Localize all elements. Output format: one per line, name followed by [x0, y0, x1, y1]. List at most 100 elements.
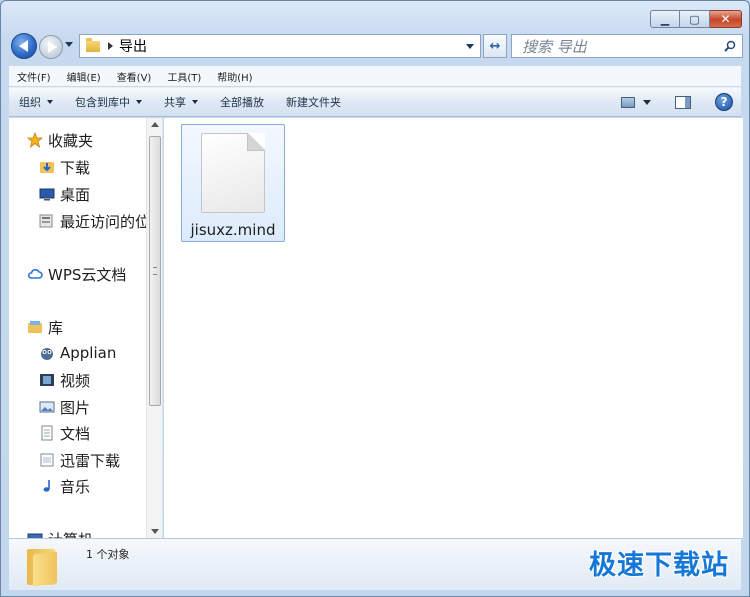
- organize-label: 组织: [19, 96, 41, 109]
- nav-item-label: 桌面: [60, 185, 91, 204]
- navigation-pane: 收藏夹 下载 桌面 最近访问的位 WPS云文档 库 Applian 视频 图片 …: [9, 118, 163, 538]
- explorer-window: ▁ ▢ ✕ 导出 ↔ 搜索 导出 文件(F) 编辑(E) 查看(V) 工具(T)…: [0, 0, 750, 597]
- back-arrow-icon: [18, 40, 28, 52]
- minimize-button[interactable]: ▁: [650, 10, 680, 28]
- minimize-icon: ▁: [660, 12, 670, 26]
- watermark-logo: 极速下载站: [589, 550, 729, 581]
- navigation-scrollbar[interactable]: [146, 118, 162, 538]
- recent-places-icon: [39, 213, 55, 229]
- cloud-icon: [27, 266, 43, 282]
- nav-item-label: 最近访问的位: [60, 212, 151, 231]
- command-bar: 组织 包含到库中 共享 全部播放 新建文件夹 ?: [9, 87, 741, 117]
- nav-item-downloads[interactable]: 下载: [39, 156, 90, 178]
- folder-front: [33, 551, 57, 587]
- nav-item-label: 音乐: [60, 477, 91, 496]
- nav-item-label: 库: [48, 318, 64, 337]
- new-folder-button[interactable]: 新建文件夹: [286, 94, 341, 110]
- nav-item-desktop[interactable]: 桌面: [39, 183, 90, 205]
- nav-item-recent-places[interactable]: 最近访问的位: [39, 210, 150, 232]
- include-in-library-button[interactable]: 包含到库中: [75, 94, 142, 110]
- search-placeholder: 搜索 导出: [522, 37, 587, 56]
- page-fold-icon: [247, 133, 265, 151]
- play-all-button[interactable]: 全部播放: [220, 94, 264, 110]
- download-folder-icon: [39, 159, 55, 175]
- nav-item-documents[interactable]: 文档: [39, 422, 90, 444]
- address-history-dropdown[interactable]: [466, 44, 474, 49]
- file-name: jisuxz.mind: [190, 221, 276, 239]
- change-view-icon[interactable]: [621, 96, 635, 108]
- document-icon: [39, 425, 55, 441]
- nav-item-computer[interactable]: 计算机: [27, 528, 93, 538]
- file-item[interactable]: jisuxz.mind: [181, 124, 285, 242]
- nav-item-libraries[interactable]: 库: [27, 316, 63, 338]
- owl-icon: [39, 345, 55, 361]
- nav-item-label: 图片: [60, 398, 91, 417]
- computer-icon: [27, 531, 43, 538]
- menu-edit[interactable]: 编辑(E): [67, 69, 101, 84]
- nav-item-favorites[interactable]: 收藏夹: [27, 129, 93, 151]
- menu-bar: 文件(F) 编辑(E) 查看(V) 工具(T) 帮助(H): [9, 65, 741, 86]
- nav-item-label: Applian: [60, 344, 117, 362]
- nav-item-thunder-downloads[interactable]: 迅雷下载: [39, 449, 120, 471]
- library-icon: [27, 319, 43, 335]
- menu-file[interactable]: 文件(F): [17, 69, 51, 84]
- grip-icon: [153, 267, 157, 275]
- video-icon: [39, 372, 55, 388]
- menu-view[interactable]: 查看(V): [117, 69, 152, 84]
- preview-pane-icon[interactable]: [675, 95, 691, 109]
- forward-arrow-icon: [47, 41, 57, 53]
- nav-item-label: 收藏夹: [48, 131, 94, 150]
- thunder-download-icon: [39, 452, 55, 468]
- nav-item-label: 计算机: [48, 529, 93, 539]
- refresh-icon: ↔: [489, 38, 501, 54]
- back-button[interactable]: [11, 33, 37, 59]
- search-icon[interactable]: [724, 40, 736, 52]
- recent-pages-dropdown[interactable]: [65, 42, 73, 47]
- close-button[interactable]: ✕: [710, 10, 742, 28]
- chevron-down-icon: [47, 100, 53, 104]
- address-bar[interactable]: 导出: [79, 34, 481, 58]
- menu-tools[interactable]: 工具(T): [167, 69, 201, 84]
- file-list-area[interactable]: jisuxz.mind: [164, 118, 743, 538]
- nav-item-wps-cloud[interactable]: WPS云文档: [27, 263, 126, 285]
- folder-icon: [86, 37, 100, 52]
- nav-item-label: 下载: [60, 158, 91, 177]
- scroll-down-icon[interactable]: [151, 529, 159, 534]
- scrollbar-thumb[interactable]: [149, 136, 161, 406]
- share-label: 共享: [164, 96, 186, 109]
- help-icon[interactable]: ?: [715, 93, 733, 111]
- forward-button[interactable]: [39, 35, 63, 59]
- nav-item-applian[interactable]: Applian: [39, 342, 116, 364]
- chevron-down-icon: [136, 100, 142, 104]
- folder-large-icon: [27, 545, 61, 587]
- nav-item-pictures[interactable]: 图片: [39, 396, 90, 418]
- maximize-icon: ▢: [689, 12, 700, 26]
- breadcrumb-current-folder[interactable]: 导出: [119, 36, 147, 56]
- search-input[interactable]: 搜索 导出: [511, 34, 743, 58]
- chevron-down-icon: [192, 100, 198, 104]
- view-options-dropdown[interactable]: [643, 99, 651, 105]
- navigation-row: 导出 ↔ 搜索 导出: [9, 33, 743, 59]
- organize-button[interactable]: 组织: [19, 94, 53, 110]
- desktop-icon: [39, 186, 55, 202]
- nav-item-music[interactable]: 音乐: [39, 475, 90, 497]
- refresh-button[interactable]: ↔: [483, 34, 507, 58]
- include-in-library-label: 包含到库中: [75, 96, 130, 109]
- generic-file-icon: [201, 133, 265, 213]
- command-bar-right: ?: [621, 93, 733, 111]
- share-button[interactable]: 共享: [164, 94, 198, 110]
- scroll-up-icon[interactable]: [151, 122, 159, 127]
- nav-item-label: WPS云文档: [48, 265, 127, 284]
- nav-item-label: 视频: [60, 371, 91, 390]
- star-icon: [27, 132, 43, 148]
- picture-icon: [39, 399, 55, 415]
- menu-help[interactable]: 帮助(H): [217, 69, 252, 84]
- nav-item-videos[interactable]: 视频: [39, 369, 90, 391]
- music-icon: [39, 478, 55, 494]
- close-icon: ✕: [720, 12, 731, 26]
- item-count: 1 个对象: [86, 548, 130, 561]
- nav-item-label: 文档: [60, 424, 91, 443]
- maximize-button[interactable]: ▢: [680, 10, 710, 28]
- caption-buttons: ▁ ▢ ✕: [650, 10, 742, 28]
- breadcrumb-separator-icon[interactable]: [108, 42, 113, 50]
